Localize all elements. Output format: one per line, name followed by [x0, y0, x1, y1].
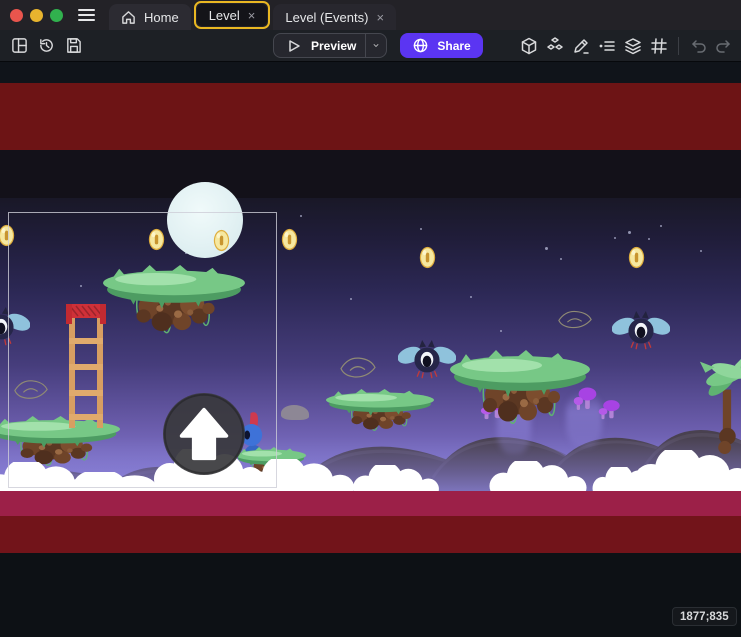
star-decor [350, 298, 352, 300]
share-button-label: Share [437, 39, 470, 53]
ufo-object[interactable] [338, 354, 378, 381]
share-button[interactable]: Share [400, 33, 482, 58]
scene-crimson-ground [0, 491, 741, 516]
tab-home-label: Home [144, 10, 179, 25]
close-window-button[interactable] [10, 9, 23, 22]
globe-icon [410, 36, 430, 56]
preview-button[interactable]: Preview [273, 33, 387, 58]
redo-icon[interactable] [714, 36, 734, 56]
coin-object[interactable] [628, 246, 645, 269]
tab-level-events[interactable]: Level (Events) × [273, 4, 396, 30]
editor-bottom-area: 1877;835 [0, 553, 741, 637]
panels-layout-icon[interactable] [9, 36, 29, 56]
save-icon[interactable] [63, 36, 83, 56]
coin-object[interactable] [419, 246, 436, 269]
star-decor [614, 237, 616, 239]
pencil-icon[interactable] [571, 36, 591, 56]
island-object[interactable] [326, 389, 434, 441]
grid-icon[interactable] [649, 36, 669, 56]
home-icon [121, 10, 136, 25]
cursor-coordinates-badge: 1877;835 [672, 607, 737, 626]
chevron-down-icon[interactable] [366, 36, 386, 56]
star-decor [500, 330, 502, 332]
coin-object[interactable] [281, 228, 298, 251]
objects-panel-icon[interactable] [519, 36, 539, 56]
tab-level-label: Level [209, 8, 240, 23]
menu-icon[interactable] [78, 9, 95, 21]
undo-icon[interactable] [688, 36, 708, 56]
scene-dark-red-ground [0, 516, 741, 553]
play-icon [284, 36, 304, 56]
tab-home[interactable]: Home [109, 4, 191, 30]
selrect-object[interactable] [8, 212, 277, 488]
minimize-window-button[interactable] [30, 9, 43, 22]
preview-button-label: Preview [311, 39, 365, 53]
mushroom-object[interactable] [598, 398, 624, 420]
tab-level[interactable]: Level × [197, 4, 268, 26]
ufo-object[interactable] [556, 308, 594, 331]
gdevelop-window: Home Level × Level (Events) × [0, 0, 741, 637]
bat-object[interactable] [398, 339, 456, 381]
star-decor [660, 225, 662, 227]
star-decor [545, 247, 548, 250]
star-decor [648, 238, 650, 240]
scene-canvas[interactable] [0, 62, 741, 553]
star-decor [470, 296, 472, 298]
scene-red-band-top [0, 83, 741, 150]
star-decor [300, 215, 302, 217]
tab-level-events-label: Level (Events) [285, 10, 368, 25]
star-decor [420, 228, 422, 230]
titlebar: Home Level × Level (Events) × [0, 0, 741, 30]
star-decor [700, 250, 702, 252]
toolbar: Preview Share [0, 30, 741, 62]
star-decor [560, 258, 562, 260]
active-tab-highlight: Level × [194, 1, 271, 29]
history-icon[interactable] [36, 36, 56, 56]
maximize-window-button[interactable] [50, 9, 63, 22]
object-groups-icon[interactable] [545, 36, 565, 56]
close-tab-icon[interactable]: × [248, 9, 256, 22]
layers-icon[interactable] [623, 36, 643, 56]
close-tab-icon[interactable]: × [376, 11, 384, 24]
rock-object[interactable] [281, 405, 309, 420]
island-object[interactable] [450, 350, 590, 442]
instances-list-icon[interactable] [597, 36, 617, 56]
divider [678, 37, 679, 55]
star-decor [628, 231, 631, 234]
bat-object[interactable] [612, 310, 670, 352]
